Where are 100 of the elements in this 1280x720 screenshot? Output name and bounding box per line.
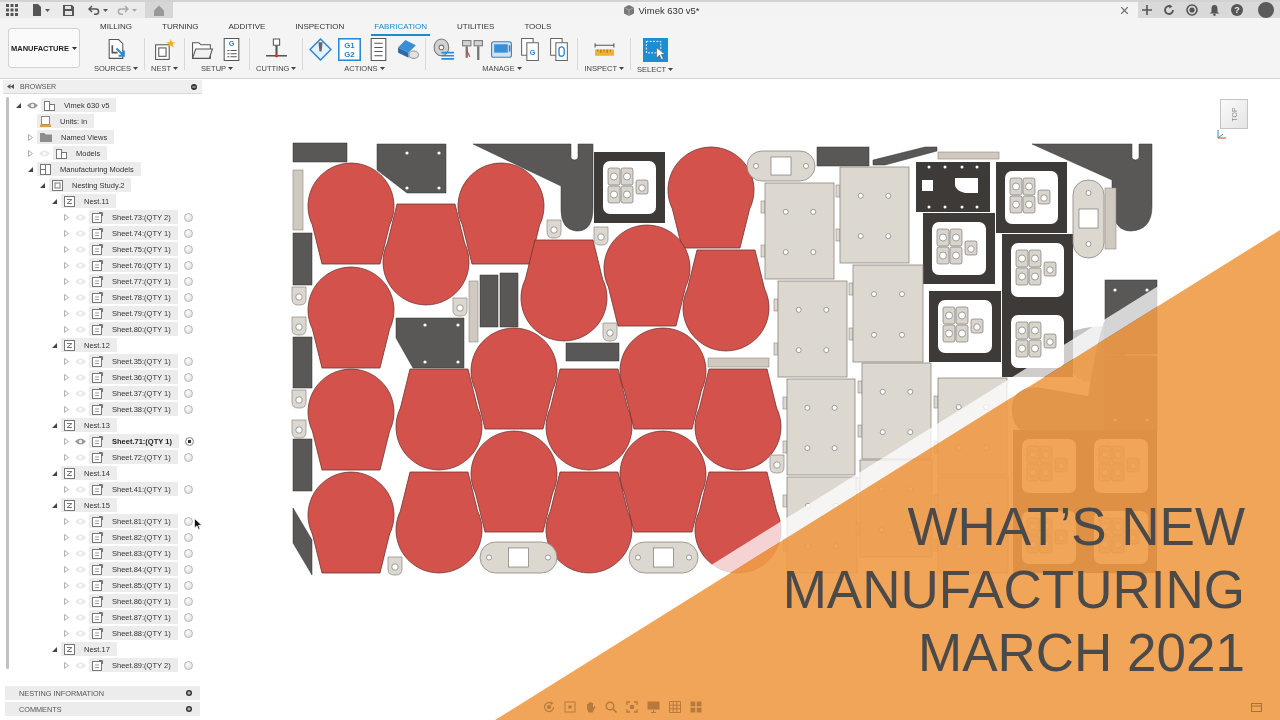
radio-button[interactable] xyxy=(183,532,193,542)
tab[interactable]: TURNING xyxy=(159,22,202,36)
expander-icon[interactable] xyxy=(51,646,57,652)
caret-icon xyxy=(228,67,234,70)
document-icon xyxy=(92,515,103,527)
radio-button[interactable] xyxy=(184,436,194,446)
close-icon[interactable] xyxy=(1121,6,1128,14)
panels-icon xyxy=(40,163,51,175)
radio-button[interactable] xyxy=(183,516,193,526)
apps-grid-icon[interactable] xyxy=(6,4,18,16)
eye-icon[interactable] xyxy=(74,437,86,445)
expander-icon[interactable] xyxy=(39,182,45,188)
avatar[interactable] xyxy=(1258,2,1274,18)
diamond-tool-icon[interactable] xyxy=(309,38,333,61)
roll-icon[interactable] xyxy=(432,38,456,61)
radio-button[interactable] xyxy=(183,564,193,574)
zigzag-sheet-icon xyxy=(64,467,75,479)
hand-icon[interactable] xyxy=(585,701,596,713)
refresh-icon[interactable] xyxy=(1163,4,1175,16)
expand-icon[interactable] xyxy=(186,690,192,696)
radio-button[interactable] xyxy=(183,372,193,382)
document-icon xyxy=(92,563,103,575)
radio-button[interactable] xyxy=(183,292,193,302)
frame-star-icon[interactable] xyxy=(153,38,177,61)
machine-icon[interactable] xyxy=(490,38,514,61)
component-icon xyxy=(44,99,55,111)
file-icon[interactable] xyxy=(32,4,42,16)
radio-button[interactable] xyxy=(183,628,193,638)
monitor-icon[interactable] xyxy=(647,701,660,713)
expand-icon[interactable] xyxy=(186,706,192,712)
caret-icon[interactable] xyxy=(45,8,50,12)
radio-button[interactable] xyxy=(183,484,193,494)
expander-icon[interactable] xyxy=(51,342,57,348)
caret-icon xyxy=(379,67,385,70)
target-icon[interactable] xyxy=(1186,4,1198,16)
document-tab[interactable]: Vimek 630 v5* xyxy=(173,2,1138,18)
tab[interactable]: INSPECTION xyxy=(292,22,348,36)
redo-icon[interactable] xyxy=(117,5,129,15)
radio-button[interactable] xyxy=(183,324,193,334)
zigzag-sheet-icon xyxy=(64,339,75,351)
radio-button[interactable] xyxy=(183,212,193,222)
collapse-icon[interactable] xyxy=(191,83,197,90)
banner-headline: MARCH 2021 xyxy=(918,622,1245,684)
viewports-icon[interactable] xyxy=(690,701,702,713)
scrollbar[interactable] xyxy=(6,97,9,669)
radio-button[interactable] xyxy=(183,228,193,238)
document-icon xyxy=(92,227,103,239)
radio-button[interactable] xyxy=(183,244,193,254)
radio-button[interactable] xyxy=(183,452,193,462)
drill-bits-icon[interactable] xyxy=(461,38,485,61)
caret-icon xyxy=(71,46,77,50)
caret-icon xyxy=(291,67,297,70)
window-icon[interactable] xyxy=(1251,703,1262,712)
expander-icon[interactable] xyxy=(51,470,57,476)
eye-icon[interactable] xyxy=(26,101,38,109)
radio-button[interactable] xyxy=(183,308,193,318)
caret-icon xyxy=(516,67,522,70)
tab[interactable]: TOOLS xyxy=(521,22,555,36)
collapse-panel-icon[interactable] xyxy=(7,84,14,89)
document-icon xyxy=(92,371,103,383)
radio-button[interactable] xyxy=(183,260,193,270)
home-icon[interactable] xyxy=(153,4,165,16)
radio-button[interactable] xyxy=(183,388,193,398)
radio-button[interactable] xyxy=(183,356,193,366)
document-icon xyxy=(92,387,103,399)
radio-button[interactable] xyxy=(183,612,193,622)
mouse-cursor-icon xyxy=(194,518,202,530)
fit-icon[interactable] xyxy=(626,701,638,713)
plus-icon[interactable] xyxy=(1142,5,1152,15)
radio-button[interactable] xyxy=(183,580,193,590)
orbit-icon[interactable] xyxy=(543,701,555,713)
radio-button[interactable] xyxy=(183,660,193,670)
tab[interactable]: ADDITIVE xyxy=(225,22,269,36)
zigzag-sheet-icon xyxy=(64,499,75,511)
expander-icon[interactable] xyxy=(27,166,33,172)
eraser-icon[interactable] xyxy=(396,38,420,61)
bell-icon[interactable] xyxy=(1209,4,1220,16)
radio-button[interactable] xyxy=(183,276,193,286)
home-tab[interactable] xyxy=(145,2,173,18)
tab[interactable]: FABRICATION xyxy=(371,22,431,36)
help-button[interactable]: ? xyxy=(1231,4,1243,16)
document-icon xyxy=(92,627,103,639)
undo-icon[interactable] xyxy=(88,5,100,15)
radio-button[interactable] xyxy=(183,404,193,414)
tab[interactable]: MILLING xyxy=(97,22,135,36)
expander-icon[interactable] xyxy=(51,502,57,508)
magnifier-icon[interactable] xyxy=(605,701,617,713)
tab[interactable]: UTILITIES xyxy=(454,22,498,36)
save-icon[interactable] xyxy=(63,4,74,16)
grid-icon[interactable] xyxy=(669,701,681,713)
radio-button[interactable] xyxy=(183,596,193,606)
document-icon xyxy=(92,211,103,223)
select-cursor-icon[interactable] xyxy=(642,38,668,62)
expander-icon[interactable] xyxy=(15,102,21,108)
expander-icon[interactable] xyxy=(51,422,57,428)
document-icon xyxy=(92,307,103,319)
document-icon xyxy=(92,659,103,671)
caret-icon[interactable] xyxy=(103,8,108,12)
expander-icon[interactable] xyxy=(51,198,57,204)
radio-button[interactable] xyxy=(183,548,193,558)
